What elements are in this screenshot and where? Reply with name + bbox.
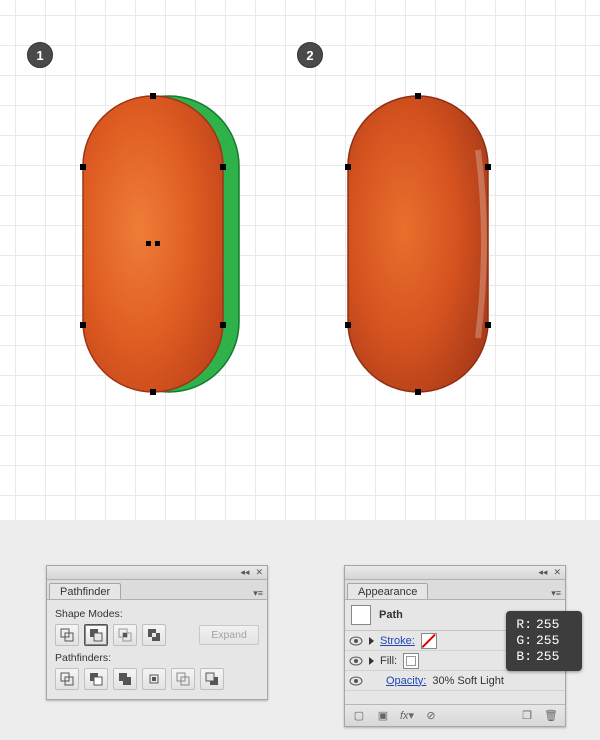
panel-close-icon[interactable]: ✕ bbox=[255, 567, 263, 578]
pathfinders-label: Pathfinders: bbox=[55, 652, 259, 664]
pathfinder-trim[interactable] bbox=[84, 668, 108, 690]
pathfinder-tab-label: Pathfinder bbox=[60, 586, 110, 598]
panel-collapse-icon[interactable]: ◂◂ bbox=[538, 567, 547, 578]
panel-menu-icon[interactable]: ▾≡ bbox=[253, 588, 263, 599]
disclosure-triangle-icon[interactable] bbox=[369, 657, 374, 665]
delete-item-icon[interactable]: 🗑 bbox=[543, 708, 559, 724]
panel-close-icon[interactable]: ✕ bbox=[553, 567, 561, 578]
stroke-swatch[interactable] bbox=[421, 633, 437, 649]
appearance-footer: ▢ ▣ fx▾ ⊘ ❐ 🗑 bbox=[345, 704, 565, 726]
new-art-basic-icon[interactable]: ▢ bbox=[351, 708, 367, 724]
pathfinder-body: Shape Modes: Expand Pathfinders: bbox=[47, 600, 267, 700]
visibility-toggle-icon[interactable] bbox=[349, 675, 363, 687]
appearance-tab-row: Appearance ▾≡ bbox=[345, 580, 565, 600]
pathfinder-tab[interactable]: Pathfinder bbox=[49, 583, 121, 599]
duplicate-item-icon[interactable]: ❐ bbox=[519, 708, 535, 724]
appearance-tab[interactable]: Appearance bbox=[347, 583, 428, 599]
b-value: 255 bbox=[536, 649, 559, 665]
pathfinder-divide[interactable] bbox=[55, 668, 79, 690]
shape-mode-unite[interactable] bbox=[55, 624, 79, 646]
rgb-readout: R:255 G:255 B:255 bbox=[506, 611, 582, 671]
pill-2-svg bbox=[340, 90, 510, 400]
shape-modes-row: Expand bbox=[55, 624, 259, 646]
appearance-panel-header: ◂◂ ✕ bbox=[345, 566, 565, 580]
fill-label[interactable]: Fill: bbox=[380, 655, 397, 667]
visibility-toggle-icon[interactable] bbox=[349, 655, 363, 667]
panel-collapse-icon[interactable]: ◂◂ bbox=[240, 567, 249, 578]
pathfinder-outline[interactable] bbox=[171, 668, 195, 690]
g-label: G: bbox=[514, 633, 532, 649]
canvas-area: 1 2 bbox=[0, 0, 600, 520]
artwork-step-2 bbox=[340, 90, 510, 403]
pathfinders-row bbox=[55, 668, 259, 690]
b-label: B: bbox=[514, 649, 532, 665]
visibility-toggle-icon[interactable] bbox=[349, 635, 363, 647]
shape-mode-minus-front[interactable] bbox=[84, 624, 108, 646]
shape-mode-exclude[interactable] bbox=[142, 624, 166, 646]
appearance-tab-label: Appearance bbox=[358, 586, 417, 598]
new-art-maintain-icon[interactable]: ▣ bbox=[375, 708, 391, 724]
pathfinder-minus-back[interactable] bbox=[200, 668, 224, 690]
artwork-step-1 bbox=[75, 90, 245, 403]
expand-button-label: Expand bbox=[211, 629, 247, 641]
appearance-opacity-row[interactable]: Opacity: 30% Soft Light bbox=[345, 671, 565, 691]
step-badge-1: 1 bbox=[27, 42, 53, 68]
pill-1-svg bbox=[75, 90, 245, 400]
shape-modes-label: Shape Modes: bbox=[55, 608, 259, 620]
opacity-value: 30% Soft Light bbox=[432, 675, 504, 687]
opacity-label[interactable]: Opacity: bbox=[386, 675, 426, 687]
step-badge-2-label: 2 bbox=[306, 48, 313, 63]
fill-swatch[interactable] bbox=[403, 653, 419, 669]
pathfinder-panel: ◂◂ ✕ Pathfinder ▾≡ Shape Modes: bbox=[46, 565, 268, 700]
disclosure-triangle-icon[interactable] bbox=[369, 637, 374, 645]
r-value: 255 bbox=[536, 617, 559, 633]
step-badge-1-label: 1 bbox=[36, 48, 43, 63]
add-effect-icon[interactable]: fx▾ bbox=[399, 708, 415, 724]
pathfinder-tab-row: Pathfinder ▾≡ bbox=[47, 580, 267, 600]
stroke-label[interactable]: Stroke: bbox=[380, 635, 415, 647]
expand-button[interactable]: Expand bbox=[199, 625, 259, 645]
panel-menu-icon[interactable]: ▾≡ bbox=[551, 588, 561, 599]
r-label: R: bbox=[514, 617, 532, 633]
step-badge-2: 2 bbox=[297, 42, 323, 68]
g-value: 255 bbox=[536, 633, 559, 649]
clear-appearance-icon[interactable]: ⊘ bbox=[423, 708, 439, 724]
pathfinder-panel-header: ◂◂ ✕ bbox=[47, 566, 267, 580]
pathfinder-crop[interactable] bbox=[142, 668, 166, 690]
pathfinder-merge[interactable] bbox=[113, 668, 137, 690]
appearance-thumb bbox=[351, 605, 371, 625]
appearance-object-name: Path bbox=[379, 609, 403, 621]
shape-mode-intersect[interactable] bbox=[113, 624, 137, 646]
